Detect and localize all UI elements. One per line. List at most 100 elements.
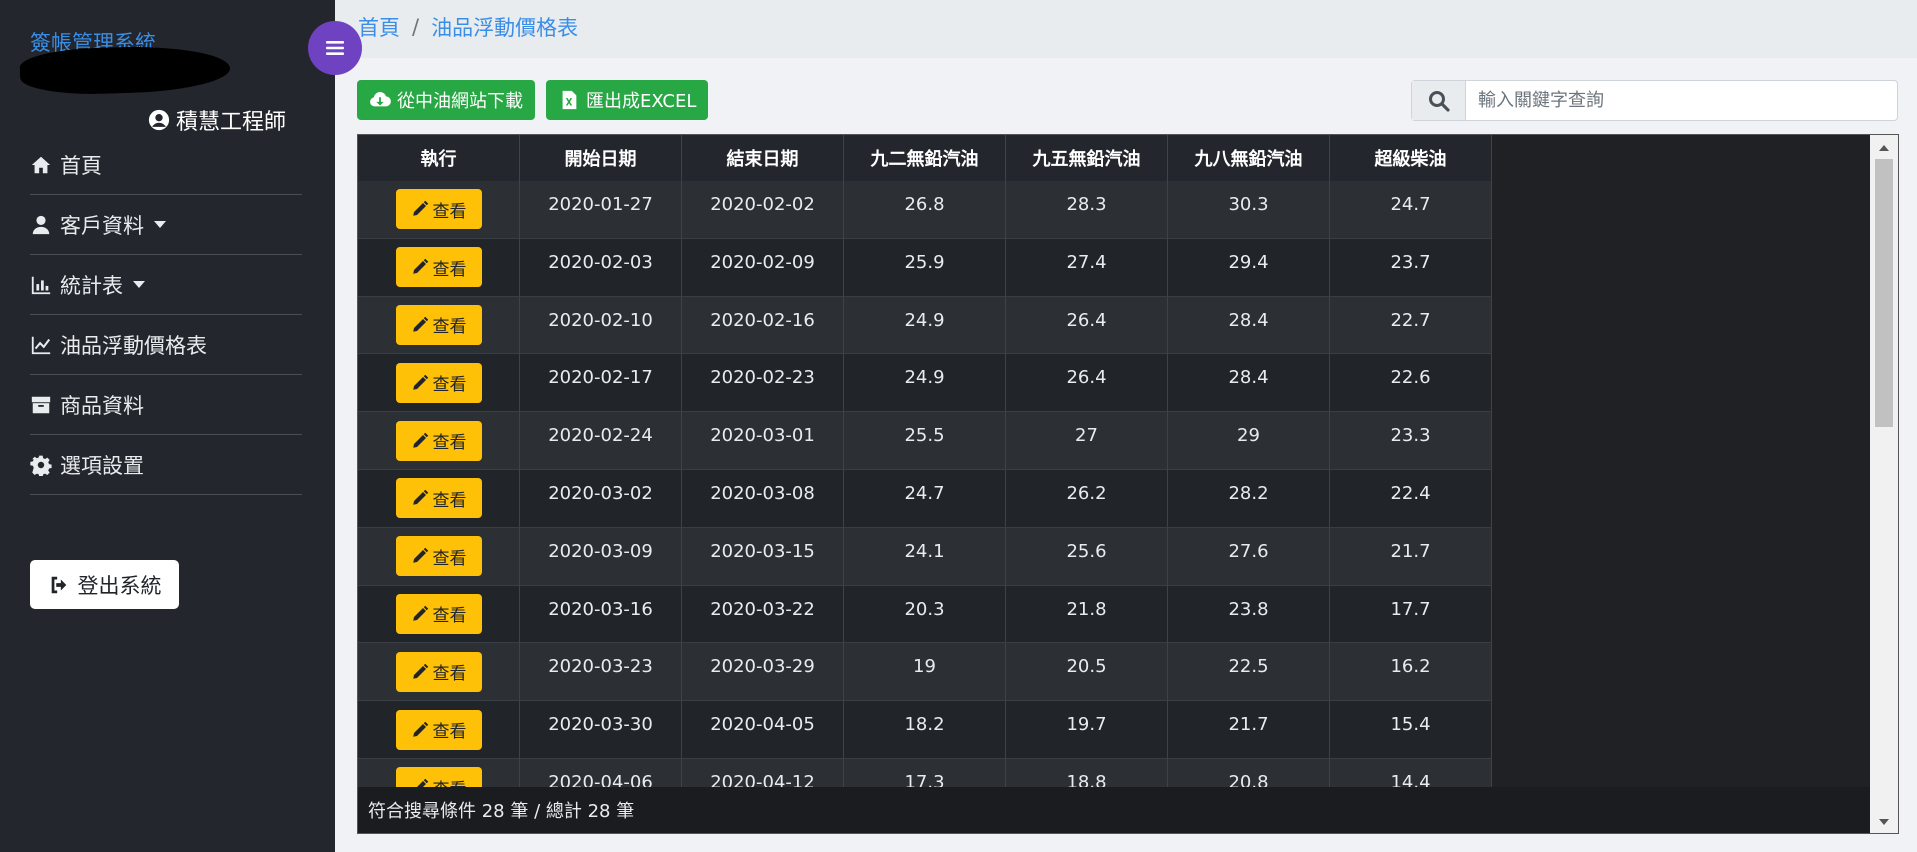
action-cell: 查看 [358, 585, 520, 644]
cloud-download-icon [370, 92, 391, 107]
pencil-icon [412, 201, 428, 217]
download-label: 從中油網站下載 [397, 91, 523, 112]
start-date-cell: 2020-02-17 [520, 354, 682, 413]
sidebar-item-label: 油品浮動價格表 [60, 333, 207, 358]
start-date-cell: 2020-02-10 [520, 296, 682, 355]
sidebar-item-label: 統計表 [60, 273, 123, 298]
file-excel-icon [562, 90, 577, 110]
action-cell: 查看 [358, 527, 520, 586]
pencil-icon [412, 547, 428, 563]
view-button[interactable]: 查看 [395, 478, 482, 519]
price-92-cell: 24.7 [844, 469, 1006, 528]
logout-label: 登出系統 [77, 573, 162, 598]
search-addon[interactable] [1412, 81, 1466, 120]
view-button[interactable]: 查看 [395, 593, 482, 634]
price-98-cell: 22.5 [1168, 643, 1330, 702]
sidebar: 簽帳管理系統 積慧工程師 首頁 客戶資料 統計表 油品浮動價格表 商品資料 選項… [0, 0, 335, 852]
search-box [1411, 80, 1898, 121]
view-label: 查看 [432, 201, 467, 222]
start-date-cell: 2020-01-27 [520, 181, 682, 239]
scroll-up-arrow-icon[interactable] [1879, 145, 1889, 151]
start-date-cell: 2020-03-30 [520, 701, 682, 759]
table-row: 查看 2020-02-10 2020-02-16 24.9 26.4 28.4 … [358, 296, 1492, 355]
download-cpc-button[interactable]: 從中油網站下載 [357, 80, 535, 120]
sign-out-icon [51, 576, 66, 593]
view-button[interactable]: 查看 [395, 651, 482, 692]
price-98-cell: 29 [1168, 412, 1330, 470]
view-button[interactable]: 查看 [395, 304, 482, 345]
view-button[interactable]: 查看 [395, 709, 482, 750]
price-92-cell: 25.9 [844, 238, 1006, 297]
table-footer: 符合搜尋條件 28 筆 / 總計 28 筆 [358, 787, 1870, 833]
start-date-cell: 2020-03-23 [520, 643, 682, 702]
sidebar-item-home[interactable]: 首頁 [30, 135, 302, 195]
table-header: 執行 開始日期 結束日期 九二無鉛汽油 九五無鉛汽油 九八無鉛汽油 超級柴油 [358, 135, 1492, 181]
vertical-scrollbar[interactable] [1870, 135, 1898, 833]
export-excel-button[interactable]: 匯出成EXCEL [546, 80, 709, 120]
pencil-icon [412, 258, 428, 274]
sidebar-item-statistics[interactable]: 統計表 [30, 255, 302, 315]
price-95-cell: 19.7 [1006, 701, 1168, 759]
column-header: 九八無鉛汽油 [1168, 135, 1330, 181]
action-cell: 查看 [358, 238, 520, 297]
user-name: 積慧工程師 [176, 110, 287, 135]
price-diesel-cell: 23.7 [1330, 238, 1492, 297]
pencil-icon [412, 490, 428, 506]
view-button[interactable]: 查看 [395, 420, 482, 461]
scroll-down-arrow-icon[interactable] [1879, 819, 1889, 825]
sidebar-nav: 首頁 客戶資料 統計表 油品浮動價格表 商品資料 選項設置 [30, 135, 302, 495]
export-label: 匯出成EXCEL [586, 91, 697, 112]
search-input[interactable] [1466, 81, 1897, 120]
price-diesel-cell: 17.7 [1330, 585, 1492, 644]
scroll-thumb[interactable] [1875, 159, 1893, 427]
sidebar-item-oil-price[interactable]: 油品浮動價格表 [30, 315, 302, 375]
view-button[interactable]: 查看 [395, 536, 482, 577]
end-date-cell: 2020-03-01 [682, 412, 844, 470]
column-header: 執行 [358, 135, 520, 181]
price-98-cell: 29.4 [1168, 238, 1330, 297]
end-date-cell: 2020-03-29 [682, 643, 844, 702]
end-date-cell: 2020-03-15 [682, 527, 844, 586]
price-diesel-cell: 22.6 [1330, 354, 1492, 413]
sidebar-item-products[interactable]: 商品資料 [30, 375, 302, 435]
breadcrumb-home-link[interactable]: 首頁 [358, 12, 400, 42]
table-body: 查看 2020-01-27 2020-02-02 26.8 28.3 30.3 … [358, 181, 1492, 817]
price-95-cell: 25.6 [1006, 527, 1168, 586]
start-date-cell: 2020-03-02 [520, 469, 682, 528]
price-98-cell: 23.8 [1168, 585, 1330, 644]
column-header: 結束日期 [682, 135, 844, 181]
action-cell: 查看 [358, 469, 520, 528]
table-row: 查看 2020-03-09 2020-03-15 24.1 25.6 27.6 … [358, 527, 1492, 586]
price-95-cell: 28.3 [1006, 181, 1168, 239]
sidebar-item-settings[interactable]: 選項設置 [30, 435, 302, 495]
pencil-icon [412, 721, 428, 737]
pencil-icon [412, 432, 428, 448]
start-date-cell: 2020-03-09 [520, 527, 682, 586]
view-button[interactable]: 查看 [395, 189, 482, 230]
price-98-cell: 28.2 [1168, 469, 1330, 528]
end-date-cell: 2020-03-08 [682, 469, 844, 528]
sidebar-item-label: 客戶資料 [60, 213, 144, 238]
price-diesel-cell: 23.3 [1330, 412, 1492, 470]
user-icon [32, 215, 50, 234]
end-date-cell: 2020-02-16 [682, 296, 844, 355]
view-label: 查看 [432, 433, 467, 454]
price-diesel-cell: 24.7 [1330, 181, 1492, 239]
price-98-cell: 27.6 [1168, 527, 1330, 586]
logout-button[interactable]: 登出系統 [30, 560, 179, 609]
price-diesel-cell: 15.4 [1330, 701, 1492, 759]
view-button[interactable]: 查看 [395, 247, 482, 288]
pencil-icon [412, 663, 428, 679]
breadcrumb-current[interactable]: 油品浮動價格表 [431, 12, 578, 42]
pencil-icon [412, 605, 428, 621]
price-92-cell: 24.1 [844, 527, 1006, 586]
sidebar-toggle-button[interactable] [308, 21, 362, 75]
sidebar-item-label: 商品資料 [60, 393, 144, 418]
action-cell: 查看 [358, 701, 520, 759]
view-label: 查看 [432, 606, 467, 627]
end-date-cell: 2020-02-09 [682, 238, 844, 297]
price-92-cell: 25.5 [844, 412, 1006, 470]
view-button[interactable]: 查看 [395, 362, 482, 403]
sidebar-item-customers[interactable]: 客戶資料 [30, 195, 302, 255]
price-diesel-cell: 16.2 [1330, 643, 1492, 702]
